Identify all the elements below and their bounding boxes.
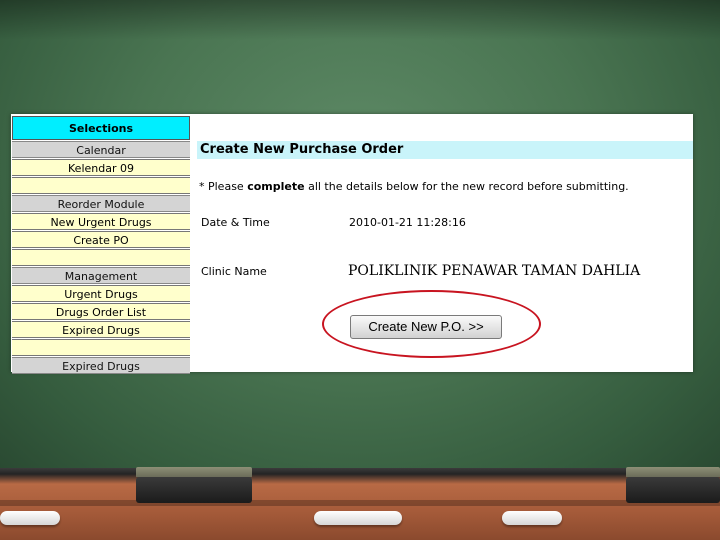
datetime-label: Date & Time xyxy=(201,216,270,229)
sidebar-title: Selections xyxy=(12,116,190,140)
sidebar-spacer xyxy=(12,249,190,266)
sidebar-item-urgent-drugs[interactable]: Urgent Drugs xyxy=(12,285,190,302)
sidebar-spacer xyxy=(12,339,190,356)
sidebar-spacer xyxy=(12,177,190,194)
page-title: Create New Purchase Order xyxy=(197,141,693,159)
chalk-stick xyxy=(0,511,60,525)
clinic-name-value: POLIKLINIK PENAWAR TAMAN DAHLIA xyxy=(348,263,641,279)
sidebar-item-drugs-order-list[interactable]: Drugs Order List xyxy=(12,303,190,320)
eraser-right xyxy=(626,467,720,503)
sidebar-item-create-po[interactable]: Create PO xyxy=(12,231,190,248)
chalk-stick xyxy=(314,511,402,525)
sidebar-item-kelendar-09[interactable]: Kelendar 09 xyxy=(12,159,190,176)
sidebar-section-reorder-module: Reorder Module xyxy=(12,195,190,212)
sidebar-item-expired-drugs[interactable]: Expired Drugs xyxy=(12,321,190,338)
datetime-value: 2010-01-21 11:28:16 xyxy=(349,216,466,229)
chalk-tray-lip xyxy=(0,500,720,506)
sidebar-item-new-urgent-drugs[interactable]: New Urgent Drugs xyxy=(12,213,190,230)
sidebar: Selections Calendar Kelendar 09 Reorder Mo… xyxy=(11,114,191,374)
chalk-stick xyxy=(502,511,562,525)
sidebar-section-calendar: Calendar xyxy=(12,141,190,158)
eraser-left xyxy=(136,467,252,503)
instruction-text: * Please complete all the details below … xyxy=(199,180,629,193)
clinic-name-label: Clinic Name xyxy=(201,265,267,278)
highlight-circle xyxy=(322,290,541,358)
sidebar-section-expired-drugs: Expired Drugs xyxy=(12,357,190,374)
sidebar-section-management: Management xyxy=(12,267,190,284)
